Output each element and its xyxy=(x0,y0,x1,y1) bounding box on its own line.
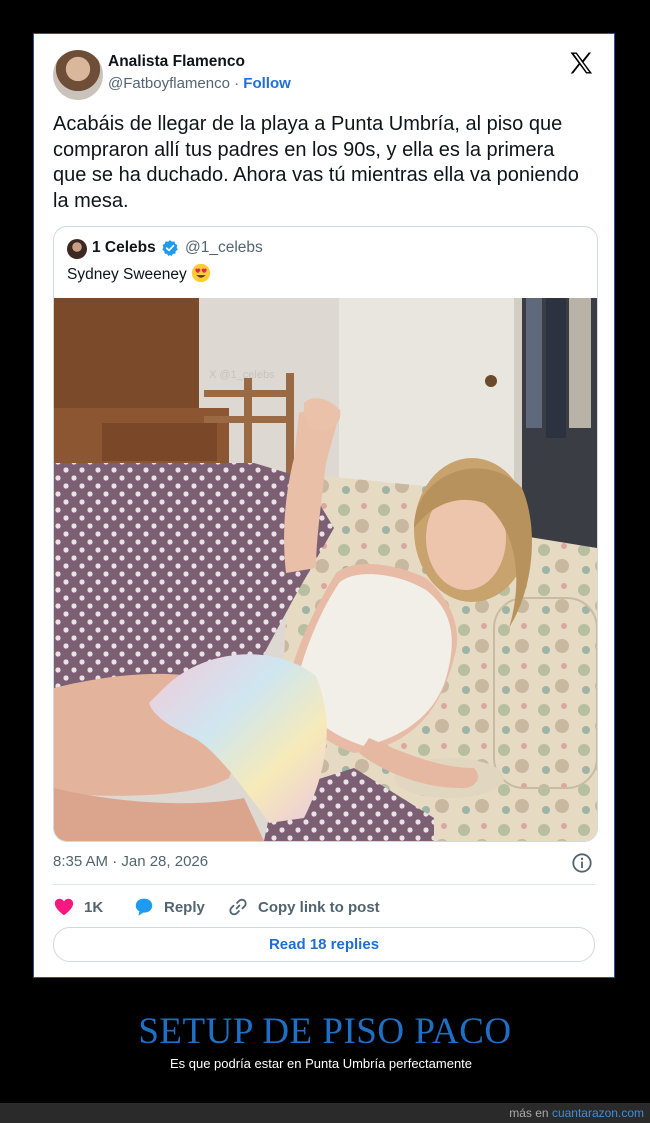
caption-subtitle: Es que podría estar en Punta Umbría perf… xyxy=(169,1056,473,1071)
info-icon[interactable] xyxy=(571,852,593,874)
reply-label: Reply xyxy=(164,898,205,916)
quoted-author-handle: @1_celebs xyxy=(185,239,263,256)
follow-link[interactable]: Follow xyxy=(243,75,291,92)
quoted-author-name: 1 Celebs xyxy=(92,239,156,256)
caption-title: SETUP DE PISO PACO xyxy=(138,1011,512,1052)
heart-eyes-emoji-icon xyxy=(191,263,210,283)
verified-badge-icon xyxy=(162,240,178,256)
tweet-timestamp[interactable]: 8:35 AM · Jan 28, 2026 xyxy=(53,853,208,870)
tweet-text: Acabáis de llegar de la playa a Punta Um… xyxy=(53,113,579,212)
photo-watermark: X @1_celebs xyxy=(209,369,275,381)
copy-link-button[interactable]: Copy link to post xyxy=(227,896,380,918)
footer-prefix: más en xyxy=(509,1106,552,1120)
footer-bar: más en cuantarazon.com xyxy=(0,1103,650,1123)
footer-text: más en cuantarazon.com xyxy=(509,1106,644,1120)
author-handle[interactable]: @Fatboyflamenco xyxy=(108,75,230,92)
quoted-tweet[interactable]: 1 Celebs @1_celebs Sydney Sweeney X @1_c… xyxy=(53,226,598,842)
quoted-photo[interactable]: X @1_celebs xyxy=(54,298,597,841)
copy-link-label: Copy link to post xyxy=(258,898,380,916)
quoted-text: Sydney Sweeney xyxy=(67,266,187,283)
read-replies-button[interactable]: Read 18 replies xyxy=(53,927,595,962)
link-icon xyxy=(229,898,247,916)
reply-bubble-icon xyxy=(135,898,153,916)
tweet-card: Analista Flamenco @Fatboyflamenco · Foll… xyxy=(35,35,613,976)
like-button[interactable]: 1K xyxy=(53,896,103,918)
quoted-tweet-text: Sydney Sweeney xyxy=(67,263,211,284)
like-count: 1K xyxy=(84,898,104,916)
quoted-author-avatar xyxy=(67,239,87,259)
site-link[interactable]: cuantarazon.com xyxy=(552,1106,644,1120)
author-handle-row: @Fatboyflamenco · Follow xyxy=(108,75,291,92)
author-avatar[interactable] xyxy=(53,50,103,100)
author-name[interactable]: Analista Flamenco xyxy=(108,53,245,71)
tweet-embed-frame: Analista Flamenco @Fatboyflamenco · Foll… xyxy=(33,33,615,978)
reply-button[interactable]: Reply xyxy=(133,896,205,918)
divider xyxy=(53,884,595,885)
x-logo-icon[interactable] xyxy=(567,49,595,77)
handle-separator: · xyxy=(229,75,244,92)
heart-icon xyxy=(54,898,74,916)
